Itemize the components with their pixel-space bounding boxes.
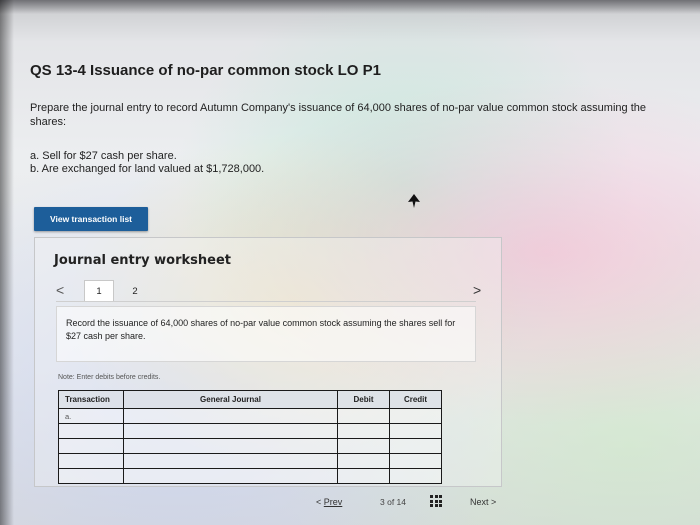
general-journal-field[interactable] bbox=[123, 408, 338, 424]
credit-field[interactable] bbox=[389, 408, 442, 424]
general-journal-field[interactable] bbox=[123, 423, 338, 439]
worksheet-next-arrow-icon[interactable]: > bbox=[473, 282, 481, 298]
worksheet-title: Journal entry worksheet bbox=[54, 253, 231, 268]
problem-intro: Prepare the journal entry to record Autu… bbox=[30, 102, 646, 128]
general-journal-field[interactable] bbox=[123, 468, 338, 484]
note-text: Note: Enter debits before credits. bbox=[58, 374, 161, 381]
table-row bbox=[58, 438, 442, 454]
prev-page-link[interactable]: < Prev bbox=[316, 497, 342, 507]
worksheet-tab-2[interactable]: 2 bbox=[120, 280, 150, 302]
prev-label: Prev bbox=[323, 497, 343, 507]
header-debit: Debit bbox=[337, 390, 390, 409]
worksheet-tab-1[interactable]: 1 bbox=[84, 280, 114, 302]
table-row bbox=[58, 423, 442, 439]
table-row bbox=[58, 468, 442, 484]
debit-field[interactable] bbox=[337, 453, 390, 469]
next-page-link[interactable]: Next > bbox=[470, 497, 496, 507]
transaction-cell bbox=[58, 468, 124, 484]
worksheet-prev-arrow-icon[interactable]: < bbox=[56, 282, 64, 298]
header-general-journal: General Journal bbox=[123, 390, 338, 409]
journal-table: Transaction General Journal Debit Credit… bbox=[58, 390, 442, 484]
transaction-cell: a. bbox=[58, 408, 124, 424]
view-transaction-list-button[interactable]: View transaction list bbox=[34, 207, 148, 231]
debit-field[interactable] bbox=[337, 468, 390, 484]
credit-field[interactable] bbox=[389, 423, 442, 439]
table-row bbox=[58, 453, 442, 469]
general-journal-field[interactable] bbox=[123, 438, 338, 454]
journal-header-row: Transaction General Journal Debit Credit bbox=[58, 390, 442, 409]
page-count: 3 of 14 bbox=[380, 497, 406, 507]
transaction-cell bbox=[58, 438, 124, 454]
credit-field[interactable] bbox=[389, 453, 442, 469]
debit-field[interactable] bbox=[337, 438, 390, 454]
credit-field[interactable] bbox=[389, 468, 442, 484]
next-label: Next bbox=[470, 497, 489, 507]
part-b-text: b. Are exchanged for land valued at $1,7… bbox=[30, 163, 265, 175]
grid-menu-icon[interactable] bbox=[430, 495, 442, 507]
transaction-cell bbox=[58, 423, 124, 439]
part-a-text: a. Sell for $27 cash per share. bbox=[30, 150, 177, 162]
debit-field[interactable] bbox=[337, 423, 390, 439]
tab-divider bbox=[56, 301, 476, 302]
general-journal-field[interactable] bbox=[123, 453, 338, 469]
header-transaction: Transaction bbox=[58, 390, 124, 409]
mouse-cursor-icon bbox=[408, 194, 420, 208]
left-edge-shadow bbox=[0, 0, 14, 525]
instruction-text: Record the issuance of 64,000 shares of … bbox=[66, 318, 456, 341]
top-shadow bbox=[0, 0, 700, 14]
debit-field[interactable] bbox=[337, 408, 390, 424]
credit-field[interactable] bbox=[389, 438, 442, 454]
page-title: QS 13-4 Issuance of no-par common stock … bbox=[30, 62, 381, 79]
table-row: a. bbox=[58, 408, 442, 424]
header-credit: Credit bbox=[389, 390, 442, 409]
chevron-right-icon: > bbox=[491, 497, 497, 507]
chevron-left-icon: < bbox=[316, 497, 322, 507]
transaction-cell bbox=[58, 453, 124, 469]
